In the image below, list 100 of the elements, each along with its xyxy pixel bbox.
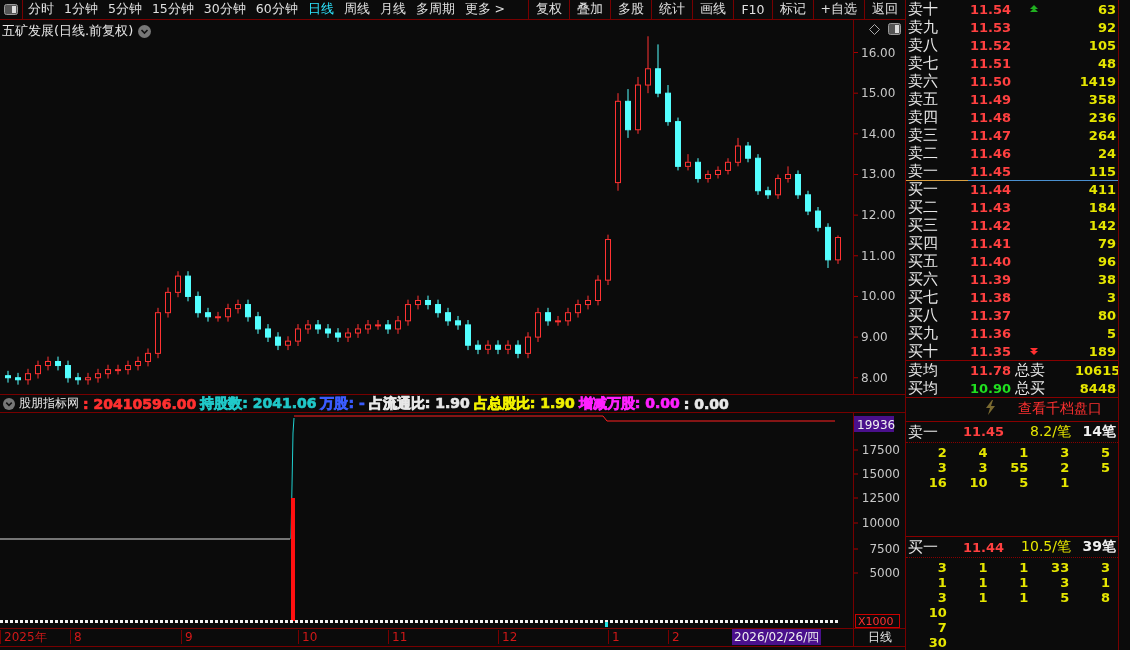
order-size: 8	[1099, 590, 1110, 605]
toolbar-button[interactable]: 统计	[651, 0, 693, 19]
candlestick	[225, 303, 231, 323]
order-size: 1	[977, 575, 988, 590]
candlestick	[385, 319, 391, 335]
period-tab[interactable]: 30分钟	[198, 0, 251, 19]
dropdown-icon[interactable]	[3, 397, 15, 410]
candlestick	[35, 360, 41, 380]
price-tick-label: 11.00	[861, 248, 896, 263]
depth-link[interactable]: 查看千档盘口	[1018, 400, 1102, 419]
period-tab[interactable]: 60分钟	[250, 0, 303, 19]
candlestick	[235, 299, 241, 314]
level-volume: 3	[1105, 289, 1116, 305]
diamond-icon[interactable]	[869, 23, 880, 35]
level-volume: 105	[1087, 37, 1116, 53]
level-price: 11.45	[970, 163, 1013, 179]
candlestick	[415, 295, 421, 310]
candlestick	[815, 206, 821, 232]
level-price: 11.44	[970, 181, 1013, 197]
period-tab[interactable]: 多周期	[410, 0, 460, 19]
order-size: 4	[977, 444, 988, 460]
candlestick	[495, 339, 501, 355]
level-volume: 264	[1087, 127, 1116, 143]
period-tab[interactable]: 更多 >	[459, 0, 511, 19]
level-volume: 92	[1096, 19, 1116, 35]
date-label: 9	[181, 630, 193, 644]
candlestick	[595, 274, 601, 306]
level-price: 11.48	[970, 109, 1013, 125]
candlestick	[565, 307, 571, 327]
price-tick-label: 14.00	[861, 126, 896, 141]
period-tab[interactable]: 周线	[338, 0, 375, 19]
order-size: 1	[1099, 575, 1110, 590]
total-label: 总买	[1015, 379, 1046, 397]
candlestick	[205, 307, 211, 323]
candlestick	[115, 364, 121, 375]
candlestick	[785, 165, 791, 184]
period-tab[interactable]: 1分钟	[59, 0, 103, 19]
order-size: 2	[1059, 459, 1070, 475]
average-price: 11.78	[970, 362, 1013, 378]
period-tab[interactable]: 分时	[23, 0, 59, 19]
value-tick: 7500	[854, 542, 900, 556]
candlestick	[305, 319, 311, 335]
candlestick	[675, 117, 681, 171]
toolbar-button[interactable]: +自选	[812, 0, 864, 19]
period-label: 日线	[853, 629, 905, 646]
candlestick	[575, 299, 581, 319]
cursor-date-label: 2026/02/26/四	[732, 629, 822, 645]
candlestick	[355, 323, 361, 339]
level-volume: 80	[1096, 307, 1116, 323]
level-price: 11.54	[970, 1, 1013, 17]
period-tab[interactable]: 月线	[374, 0, 411, 19]
candlestick	[755, 153, 761, 196]
toolbar-button[interactable]: 画线	[692, 0, 734, 19]
order-size: 55	[1009, 459, 1029, 475]
panel-toggle-icon[interactable]	[888, 23, 901, 35]
candlestick	[185, 270, 191, 302]
toolbar-button[interactable]: 返回	[864, 0, 905, 19]
order-size: 5	[1059, 590, 1070, 605]
toolbar-button[interactable]: 叠加	[569, 0, 611, 19]
order-size: 10	[968, 474, 988, 490]
period-tab[interactable]: 日线	[302, 0, 339, 19]
detail-label: 买一	[908, 538, 939, 556]
period-tab[interactable]: 5分钟	[102, 0, 147, 19]
candlestick	[465, 319, 471, 351]
candlestick	[715, 165, 721, 180]
toolbar-button[interactable]: 复权	[528, 0, 570, 19]
candlestick	[345, 327, 351, 343]
average-label: 卖均	[908, 361, 939, 379]
level-name: 买六	[908, 270, 939, 288]
toolbar-button[interactable]: 多股	[610, 0, 652, 19]
indicator-reading: 持股数: 2041.06	[200, 394, 317, 413]
candlestick	[535, 307, 541, 343]
order-size: 16	[927, 474, 947, 490]
level-name: 买八	[908, 306, 939, 324]
average-price: 10.90	[970, 380, 1013, 396]
order-size: 3	[977, 459, 988, 475]
level-volume: 142	[1087, 217, 1116, 233]
dropdown-icon[interactable]	[138, 24, 152, 38]
toolbar-button[interactable]: F10	[733, 0, 772, 19]
date-label: 10	[298, 630, 318, 644]
period-tab[interactable]: 15分钟	[146, 0, 199, 19]
level-price: 11.50	[970, 73, 1013, 89]
per-trade-volume: 10.5/笔	[1020, 538, 1071, 556]
order-size: 1	[977, 560, 988, 575]
level-price: 11.35	[970, 343, 1013, 359]
toolbar-button[interactable]: 标记	[771, 0, 813, 19]
date-label: 2025年	[0, 630, 47, 644]
level-price: 11.46	[970, 145, 1013, 161]
order-size: 1	[1018, 444, 1029, 460]
level-name: 卖四	[908, 108, 939, 126]
level-volume: 79	[1096, 235, 1116, 251]
level-volume: 184	[1087, 199, 1116, 215]
per-trade-volume: 8.2/笔	[1029, 422, 1071, 441]
candlestick	[105, 364, 111, 380]
value-tick: 17500	[854, 443, 900, 457]
total-label: 总卖	[1015, 361, 1046, 379]
level-volume: 96	[1096, 253, 1116, 269]
candlestick	[145, 347, 151, 367]
level-price: 11.37	[970, 307, 1013, 323]
price-tick-label: 8.00	[861, 370, 888, 385]
